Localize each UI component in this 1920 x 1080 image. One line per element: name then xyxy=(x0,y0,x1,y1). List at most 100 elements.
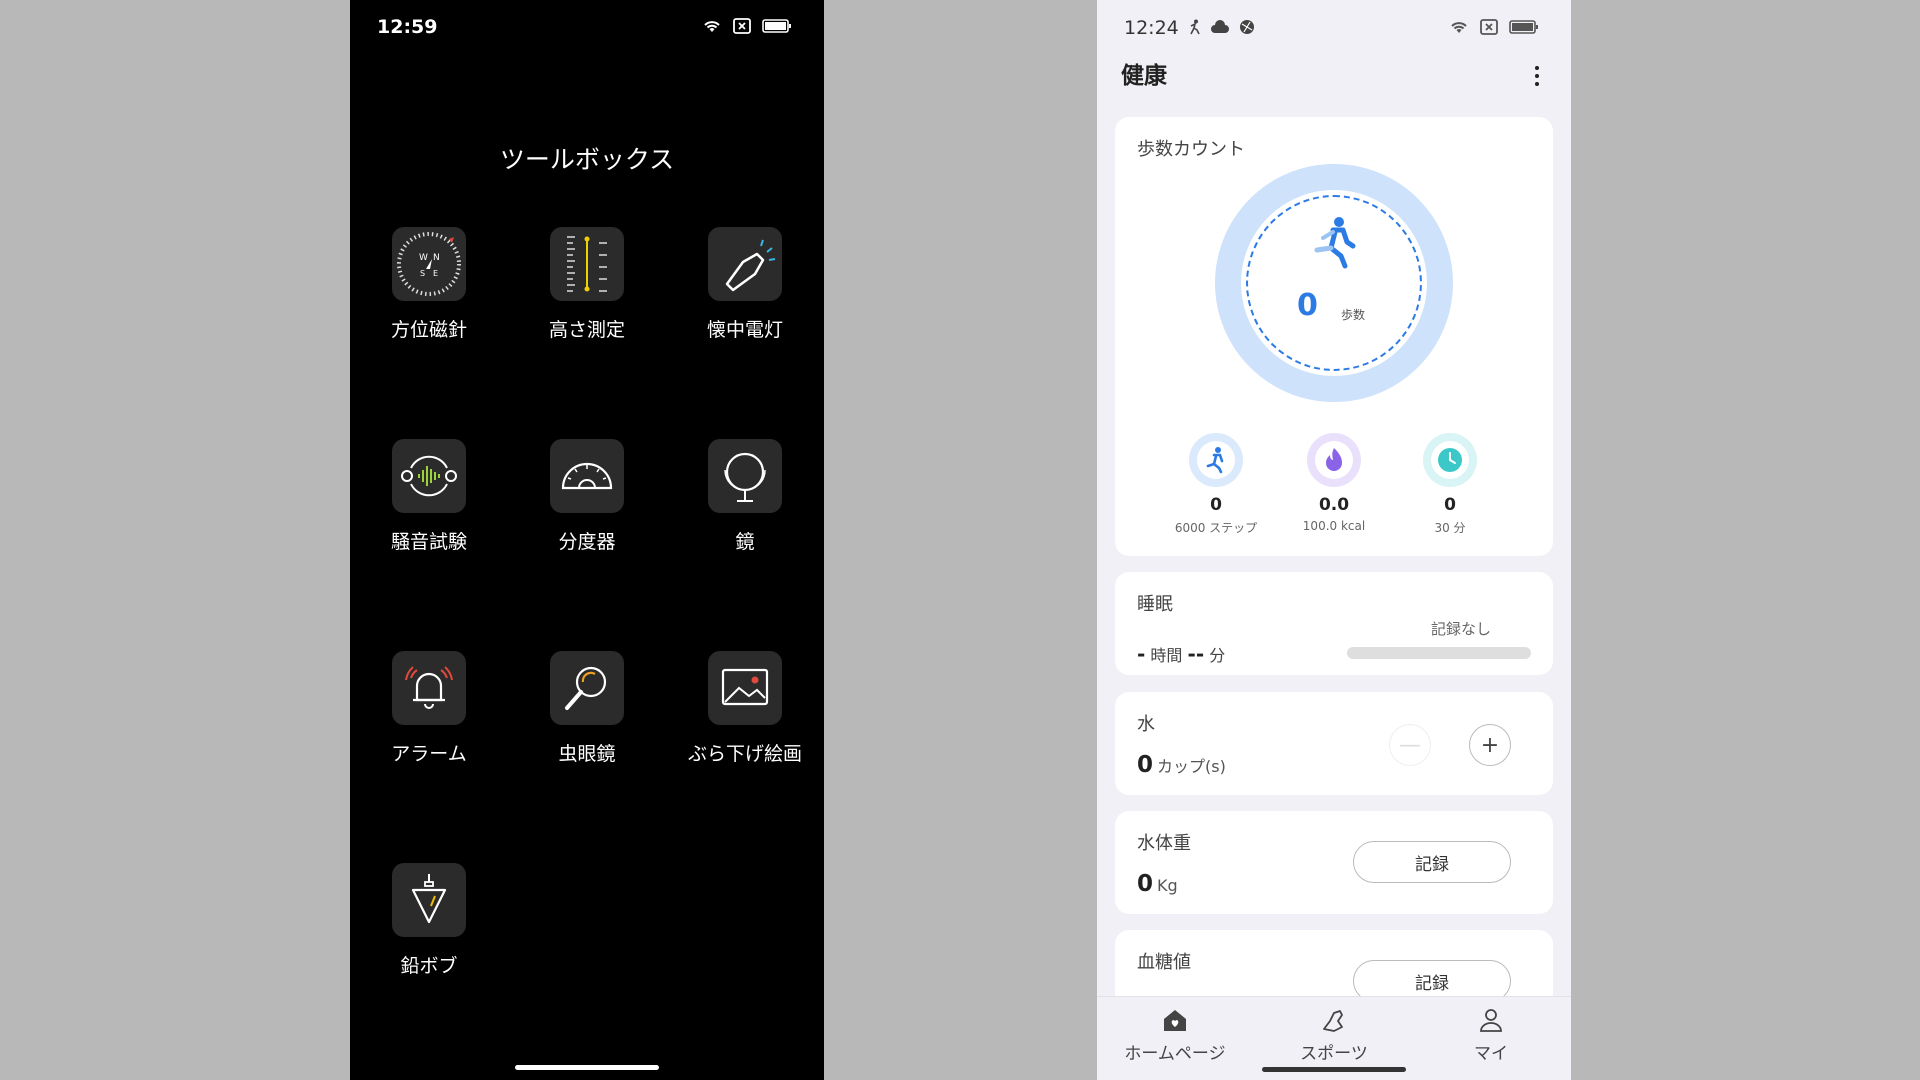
card-title: 水 xyxy=(1137,714,1155,735)
status-bar: 12:59 xyxy=(350,0,824,56)
sleep-minutes-unit: 分 xyxy=(1209,646,1226,665)
nav-label: スポーツ xyxy=(1300,1044,1368,1064)
walk-icon xyxy=(1197,441,1235,479)
active-time-value: 0 xyxy=(1444,495,1456,515)
step-progress-ring: 0 歩数 xyxy=(1215,164,1453,402)
tool-label: ぶら下げ絵画 xyxy=(687,743,802,765)
tool-label: 懐中電灯 xyxy=(706,319,783,341)
bottom-nav: ホームページ スポーツ マイ xyxy=(1097,996,1571,1080)
sleep-hours: - xyxy=(1137,642,1146,666)
weight-value: 0 Kg xyxy=(1137,871,1178,897)
tool-magnifier[interactable]: 虫眼鏡 xyxy=(508,651,666,766)
weight-unit: Kg xyxy=(1157,876,1178,895)
app-status-icon xyxy=(1240,20,1254,34)
active-time-stat: 0 30 分 xyxy=(1395,433,1505,536)
mirror-icon xyxy=(724,452,766,502)
steps-goal-label: 6000 ステップ xyxy=(1174,521,1258,535)
nav-sports[interactable]: スポーツ xyxy=(1259,1007,1409,1064)
water-decrement-button[interactable]: — xyxy=(1389,724,1431,766)
status-time: 12:24 xyxy=(1124,17,1179,39)
home-indicator[interactable] xyxy=(1262,1067,1406,1072)
water-value: 0 カップ(s) xyxy=(1137,752,1226,778)
sleep-card[interactable]: 睡眠 - 時間 -- 分 記録なし xyxy=(1115,572,1553,675)
clock-icon xyxy=(1431,441,1469,479)
home-icon xyxy=(1164,1010,1186,1031)
calories-value: 0.0 xyxy=(1318,495,1350,515)
sleep-minutes: -- xyxy=(1187,642,1205,666)
no-sim-icon xyxy=(1480,19,1498,35)
tool-protractor[interactable]: 分度器 xyxy=(508,439,666,554)
weight-number: 0 xyxy=(1137,871,1154,897)
sleep-bar xyxy=(1347,647,1531,659)
card-title: 歩数カウント xyxy=(1137,139,1245,160)
tool-compass[interactable]: W N S E 方位磁針 xyxy=(350,227,508,342)
water-count: 0 xyxy=(1137,752,1154,778)
wifi-icon xyxy=(1451,22,1467,33)
tool-height-measure[interactable]: 高さ測定 xyxy=(508,227,666,342)
tool-label: 方位磁針 xyxy=(390,319,467,341)
water-card[interactable]: 水 0 カップ(s) — + xyxy=(1115,692,1553,795)
card-title: 睡眠 xyxy=(1137,594,1173,615)
svg-text:N: N xyxy=(433,253,440,263)
plumb-bob-icon xyxy=(411,874,447,924)
calories-label: 100.0 kcal xyxy=(1302,519,1366,533)
running-status-icon xyxy=(1190,19,1200,35)
nav-label: マイ xyxy=(1474,1044,1508,1064)
wifi-icon xyxy=(704,21,720,32)
flame-icon xyxy=(1315,441,1353,479)
page-title: ツールボックス xyxy=(499,145,675,174)
active-time-label: 30 分 xyxy=(1434,521,1466,535)
calories-stat: 0.0 100.0 kcal xyxy=(1279,433,1389,533)
tool-plumb-bob[interactable]: 鉛ボブ xyxy=(350,863,508,978)
svg-text:E: E xyxy=(433,269,438,278)
nav-my[interactable]: マイ xyxy=(1416,1007,1566,1064)
picture-frame-icon xyxy=(721,668,769,706)
sleep-status: 記録なし xyxy=(1430,620,1491,638)
tool-label: 分度器 xyxy=(558,531,616,553)
steps-goal-value: 0 xyxy=(1210,495,1222,515)
more-menu-icon[interactable] xyxy=(1527,62,1547,90)
noise-meter-icon xyxy=(401,455,457,497)
tool-hanging-picture[interactable]: ぶら下げ絵画 xyxy=(666,651,824,766)
magnifier-icon xyxy=(565,666,607,710)
battery-icon xyxy=(762,19,791,33)
ruler-icon xyxy=(567,236,607,292)
tool-label: 高さ測定 xyxy=(548,319,625,341)
runner-icon xyxy=(1314,217,1356,269)
tool-mirror[interactable]: 鏡 xyxy=(666,439,824,554)
weight-card[interactable]: 水体重 0 Kg 記録 xyxy=(1115,811,1553,914)
water-increment-button[interactable]: + xyxy=(1469,724,1511,766)
shoe-icon xyxy=(1323,1010,1343,1032)
svg-text:S: S xyxy=(420,269,425,278)
tool-alarm[interactable]: アラーム xyxy=(350,651,508,766)
step-count-value: 0 xyxy=(1297,288,1318,323)
sleep-hours-unit: 時間 xyxy=(1150,646,1183,665)
cloud-icon xyxy=(1211,20,1229,33)
weight-record-button[interactable]: 記録 xyxy=(1353,841,1511,883)
no-sim-icon xyxy=(733,18,751,34)
battery-icon xyxy=(1509,20,1538,34)
tool-label: 鏡 xyxy=(735,531,755,553)
compass-icon: W N S E xyxy=(397,232,461,296)
steps-goal-stat: 0 6000 ステップ xyxy=(1161,433,1271,536)
water-unit: カップ(s) xyxy=(1157,757,1226,776)
step-count-card[interactable]: 歩数カウント 0 歩数 0 6000 ステップ 0.0 100.0 kcal 0… xyxy=(1115,117,1553,556)
step-count-unit: 歩数 xyxy=(1341,308,1366,322)
alarm-bell-icon xyxy=(405,666,453,709)
tool-flashlight[interactable]: 懐中電灯 xyxy=(666,227,824,342)
svg-text:W: W xyxy=(419,253,428,263)
sleep-duration: - 時間 -- 分 xyxy=(1137,642,1225,666)
home-indicator[interactable] xyxy=(515,1065,659,1070)
protractor-icon xyxy=(561,462,613,490)
tool-label: 騒音試験 xyxy=(390,531,467,553)
health-screen: 12:24 健康 歩数カウント 0 歩数 0 6000 ステップ 0.0 100… xyxy=(1097,0,1571,1080)
tool-noise-test[interactable]: 騒音試験 xyxy=(350,439,508,554)
tool-label: 鉛ボブ xyxy=(400,955,458,977)
toolbox-screen: 12:59 ツールボックス W N S E 方位磁針 高さ測定 懐中電灯 騒音試… xyxy=(350,0,824,1080)
nav-label: ホームページ xyxy=(1124,1044,1226,1064)
card-title: 血糖値 xyxy=(1137,952,1191,973)
card-title: 水体重 xyxy=(1137,833,1191,854)
tool-label: 虫眼鏡 xyxy=(558,743,616,765)
nav-home[interactable]: ホームページ xyxy=(1100,1007,1250,1064)
status-bar: 12:24 xyxy=(1097,0,1571,56)
